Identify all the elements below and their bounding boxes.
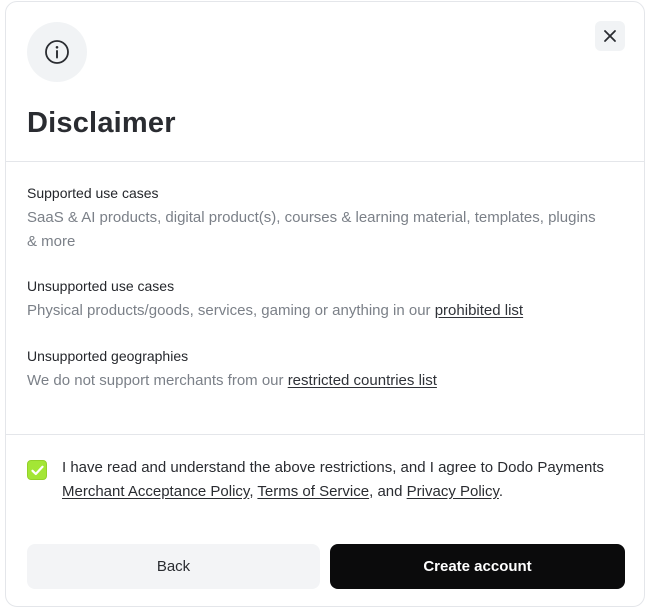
merchant-policy-link[interactable]: Merchant Acceptance Policy xyxy=(62,483,249,500)
terms-of-service-link[interactable]: Terms of Service xyxy=(257,483,369,500)
disclaimer-dialog: Disclaimer Supported use cases SaaS & AI… xyxy=(5,1,645,607)
supported-use-cases: Supported use cases SaaS & AI products, … xyxy=(27,183,607,254)
section-title: Unsupported use cases xyxy=(27,278,175,294)
check-icon xyxy=(30,465,44,475)
create-account-button[interactable]: Create account xyxy=(330,544,625,589)
agreement-checkbox[interactable] xyxy=(27,460,47,480)
agreement-separator: , and xyxy=(369,483,407,500)
section-body: Physical products/goods, services, gamin… xyxy=(27,299,607,323)
close-button[interactable] xyxy=(595,21,625,51)
divider xyxy=(6,161,644,162)
agreement-suffix: . xyxy=(498,483,504,500)
section-title: Unsupported geographies xyxy=(27,348,189,364)
prohibited-list-link[interactable]: prohibited list xyxy=(435,302,523,319)
info-icon xyxy=(27,22,87,82)
section-body-text: Physical products/goods, services, gamin… xyxy=(27,302,435,319)
close-icon xyxy=(604,30,616,42)
section-body: SaaS & AI products, digital product(s), … xyxy=(27,209,596,250)
dialog-title: Disclaimer xyxy=(27,107,176,139)
section-title: Supported use cases xyxy=(27,185,159,201)
unsupported-geographies: Unsupported geographies We do not suppor… xyxy=(27,346,607,393)
agreement-row: I have read and understand the above res… xyxy=(27,456,627,504)
section-body: We do not support merchants from our res… xyxy=(27,369,607,393)
divider xyxy=(6,434,644,435)
agreement-text-prefix: I have read and understand the above res… xyxy=(62,459,605,476)
privacy-policy-link[interactable]: Privacy Policy xyxy=(407,483,499,500)
section-body-text: We do not support merchants from our xyxy=(27,372,288,389)
restricted-countries-link[interactable]: restricted countries list xyxy=(288,372,437,389)
back-button[interactable]: Back xyxy=(27,544,320,589)
unsupported-use-cases: Unsupported use cases Physical products/… xyxy=(27,276,607,323)
agreement-text: I have read and understand the above res… xyxy=(62,456,622,504)
